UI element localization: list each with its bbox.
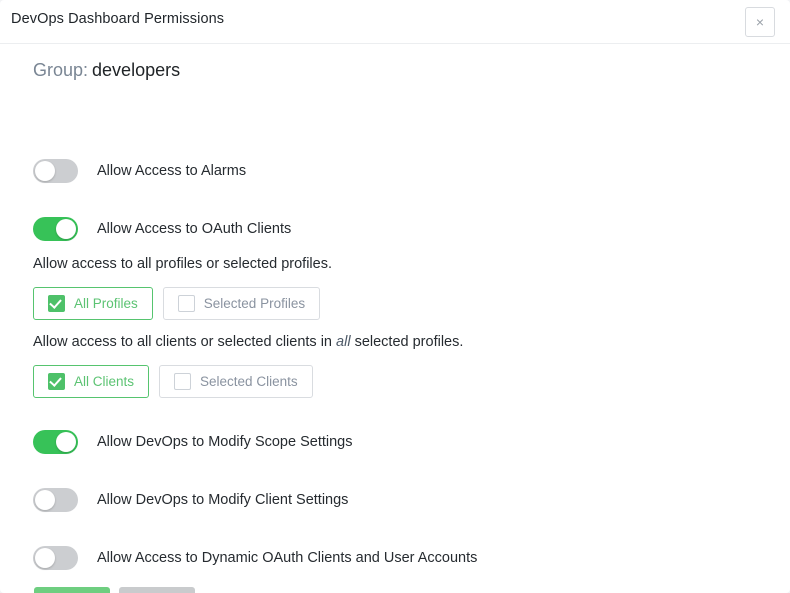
toggle-knob bbox=[56, 432, 76, 452]
permission-row-modify-client-settings: Allow DevOps to Modify Client Settings bbox=[33, 487, 348, 513]
checkbox-checked-icon bbox=[48, 295, 65, 312]
choice-label: All Clients bbox=[74, 374, 135, 389]
group-heading: Group: developers bbox=[33, 60, 180, 81]
toggle-knob bbox=[35, 161, 55, 181]
toggle-allow-devops-modify-scope-settings[interactable] bbox=[33, 430, 78, 454]
permission-row-modify-scope-settings: Allow DevOps to Modify Scope Settings bbox=[33, 429, 352, 455]
toggle-knob bbox=[35, 548, 55, 568]
toggle-allow-access-to-oauth-clients[interactable] bbox=[33, 217, 78, 241]
dialog-header: DevOps Dashboard Permissions × bbox=[0, 0, 790, 44]
toggle-label-scope-settings: Allow DevOps to Modify Scope Settings bbox=[97, 434, 353, 450]
choice-selected-profiles[interactable]: Selected Profiles bbox=[162, 287, 321, 320]
toggle-label-oauth-clients: Allow Access to OAuth Clients bbox=[97, 221, 292, 237]
choice-label: Selected Clients bbox=[200, 374, 298, 389]
group-value: developers bbox=[92, 60, 181, 80]
choice-all-profiles[interactable]: All Profiles bbox=[33, 287, 153, 320]
clients-choice-group: All Clients Selected Clients bbox=[33, 365, 313, 398]
cancel-button[interactable]: Cancel bbox=[119, 587, 196, 593]
group-label: Group: bbox=[33, 60, 89, 80]
profiles-description: Allow access to all profiles or selected… bbox=[33, 256, 332, 272]
page-title: DevOps Dashboard Permissions bbox=[11, 11, 225, 27]
toggle-label-dynamic-oauth: Allow Access to Dynamic OAuth Clients an… bbox=[97, 550, 478, 566]
toggle-label-client-settings: Allow DevOps to Modify Client Settings bbox=[97, 492, 349, 508]
choice-all-clients[interactable]: All Clients bbox=[33, 365, 150, 398]
clients-description: Allow access to all clients or selected … bbox=[33, 334, 463, 350]
choice-label: Selected Profiles bbox=[203, 296, 306, 311]
toggle-allow-access-to-alarms[interactable] bbox=[33, 159, 78, 183]
close-icon: × bbox=[755, 14, 765, 30]
permission-row-oauth-clients: Allow Access to OAuth Clients bbox=[33, 216, 291, 242]
choice-selected-clients[interactable]: Selected Clients bbox=[159, 365, 313, 398]
clients-description-emphasis: all bbox=[336, 334, 351, 350]
clients-description-part1: Allow access to all clients or selected … bbox=[33, 334, 332, 350]
clients-description-part2: selected profiles. bbox=[354, 334, 464, 350]
close-button[interactable]: × bbox=[745, 7, 775, 37]
checkbox-checked-icon bbox=[48, 373, 65, 390]
permission-row-alarms: Allow Access to Alarms bbox=[33, 158, 246, 184]
permissions-dialog: DevOps Dashboard Permissions × Group: dev… bbox=[0, 0, 790, 593]
submit-button[interactable]: Submit bbox=[34, 587, 111, 593]
toggle-label-alarms: Allow Access to Alarms bbox=[97, 163, 247, 179]
permission-row-dynamic-oauth: Allow Access to Dynamic OAuth Clients an… bbox=[33, 545, 477, 571]
toggle-knob bbox=[35, 490, 55, 510]
dialog-footer: Submit Cancel bbox=[34, 587, 196, 593]
checkbox-unchecked-icon bbox=[177, 295, 195, 312]
toggle-allow-devops-modify-client-settings[interactable] bbox=[33, 488, 78, 512]
toggle-allow-access-dynamic-oauth-clients[interactable] bbox=[33, 546, 78, 570]
toggle-knob bbox=[56, 219, 76, 239]
checkbox-unchecked-icon bbox=[174, 373, 192, 390]
choice-label: All Profiles bbox=[74, 296, 138, 311]
profiles-choice-group: All Profiles Selected Profiles bbox=[33, 287, 321, 320]
